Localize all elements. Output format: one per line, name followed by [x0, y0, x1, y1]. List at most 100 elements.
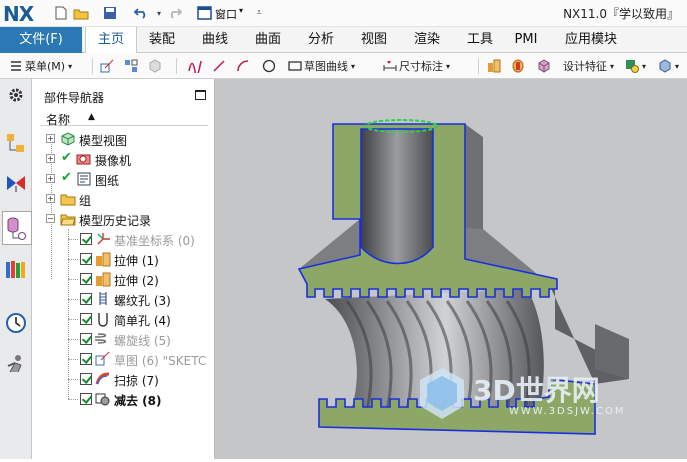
tree-connector [68, 339, 78, 340]
menu-button[interactable]: 菜单(M) ▾ [9, 57, 72, 75]
green-check-icon: ✔ [61, 170, 72, 185]
sketch-icon [100, 59, 114, 73]
visibility-checkbox[interactable] [80, 373, 92, 385]
dimension-dropdown[interactable]: 尺寸标注 ▾ [383, 57, 450, 75]
visibility-checkbox[interactable] [80, 253, 92, 265]
new-file-icon[interactable] [52, 4, 70, 22]
design-feature-dropdown[interactable]: 设计特征 ▾ [563, 57, 614, 75]
green-check-icon: ✔ [61, 150, 72, 165]
tab-assembly[interactable]: 装配 [140, 27, 184, 53]
tree-connector [68, 279, 78, 280]
maximize-icon[interactable] [195, 90, 206, 100]
block-tool-button[interactable] [537, 57, 553, 75]
circle-icon [262, 59, 276, 73]
extrude-tool-button[interactable] [487, 57, 503, 75]
redo-icon[interactable] [166, 4, 184, 22]
node-subtract[interactable]: 减去 (8) [32, 389, 215, 409]
undo-icon[interactable] [132, 4, 150, 22]
tab-pmi[interactable]: PMI [506, 27, 546, 53]
disabled-tool-button[interactable] [148, 57, 164, 75]
node-model-history[interactable]: − 模型历史记录 [32, 209, 215, 229]
tree-connector [68, 379, 78, 380]
open-folder-icon[interactable] [72, 4, 90, 22]
node-groups[interactable]: + 组 [32, 189, 215, 209]
tree-node-label: 摄像机 [95, 154, 132, 168]
node-cameras[interactable]: + ✔ 摄像机 [32, 149, 215, 169]
tab-render[interactable]: 渲染 [405, 27, 449, 53]
save-icon[interactable] [101, 4, 119, 22]
part-navigator: 部件导航器 名称 ▲ + 模型视图 + ✔ 摄像机 + ✔ 图纸 + 组 − 模型历史记录基准坐标系 … [32, 79, 215, 459]
visibility-checkbox[interactable] [80, 333, 92, 345]
tab-home[interactable]: 主页 [85, 27, 137, 54]
node-sweep[interactable]: 扫掠 (7) [32, 369, 215, 389]
expand-toggle-icon[interactable]: − [46, 214, 55, 223]
sort-ascending-icon: ▲ [88, 112, 95, 122]
sketch-curve-dropdown[interactable]: 草图曲线 ▾ [288, 57, 355, 75]
settings-gear-icon[interactable] [4, 83, 28, 107]
graphics-window[interactable]: 3D世界网 WWW.3DSJW.COM [215, 79, 687, 459]
node-helix[interactable]: 螺旋线 (5) [32, 329, 215, 349]
chevron-down-icon: ▾ [610, 61, 615, 71]
synchronous-tool-button[interactable]: ▾ [625, 57, 646, 75]
tab-tools[interactable]: 工具 [458, 27, 502, 53]
node-sketch[interactable]: 草图 (6) "SKETC [32, 349, 215, 369]
nx-logo: NX [3, 2, 34, 26]
node-extrude-2[interactable]: 拉伸 (2) [32, 269, 215, 289]
spline-tool-button[interactable] [188, 57, 204, 75]
assembly-navigator-icon[interactable] [4, 131, 28, 155]
column-header-name[interactable]: 名称 ▲ [40, 110, 208, 127]
tree-node-label: 基准坐标系 (0) [114, 234, 195, 248]
sync-modeling-icon [626, 60, 639, 73]
node-datum-csys[interactable]: 基准坐标系 (0) [32, 229, 215, 249]
tab-view[interactable]: 视图 [352, 27, 396, 53]
tab-application[interactable]: 应用模块 [556, 27, 626, 53]
customize-quick-access-icon[interactable]: ⩡ [250, 4, 268, 22]
revolve-tool-button[interactable] [511, 57, 527, 75]
pattern-tool-button[interactable] [124, 57, 140, 75]
visibility-checkbox[interactable] [80, 273, 92, 285]
navigator-title: 部件导航器 [44, 91, 105, 105]
expand-toggle-icon[interactable]: + [46, 154, 55, 163]
constraint-navigator-icon[interactable] [4, 171, 28, 195]
more-tools-button[interactable]: ▾ [658, 57, 679, 75]
visibility-checkbox[interactable] [80, 313, 92, 325]
menu-icon [11, 61, 21, 71]
watermark-url: WWW.3DSJW.COM [509, 406, 626, 417]
node-extrude-1[interactable]: 拉伸 (1) [32, 249, 215, 269]
expand-toggle-icon[interactable]: + [46, 134, 55, 143]
tree-node-label: 模型视图 [79, 134, 128, 148]
arc-tool-button[interactable] [236, 57, 252, 75]
sketch-tool-button[interactable] [100, 57, 116, 75]
toolbar-divider [478, 58, 479, 74]
block-icon [538, 59, 550, 73]
tree-node-label: 图纸 [95, 174, 120, 188]
reuse-library-icon[interactable] [4, 257, 28, 281]
role-icon[interactable] [4, 351, 28, 375]
design-feature-label: 设计特征 [563, 60, 607, 73]
visibility-checkbox[interactable] [80, 353, 92, 365]
visibility-checkbox[interactable] [80, 293, 92, 305]
visibility-checkbox[interactable] [80, 233, 92, 245]
window-menu[interactable]: 窗口 ▾ [215, 6, 243, 22]
circle-tool-button[interactable] [262, 57, 278, 75]
visibility-checkbox[interactable] [80, 393, 92, 405]
body-top-side [465, 124, 483, 239]
tab-curve[interactable]: 曲线 [193, 27, 237, 53]
history-clock-icon[interactable] [4, 311, 28, 335]
part-navigator-icon[interactable] [2, 211, 32, 245]
window-icon[interactable] [195, 4, 213, 22]
pattern-icon [125, 59, 138, 72]
line-tool-button[interactable] [212, 57, 228, 75]
node-drawings[interactable]: + ✔ 图纸 [32, 169, 215, 189]
file-menu-button[interactable]: 文件(F) [0, 27, 82, 53]
chevron-down-icon: ▾ [239, 6, 244, 15]
expand-toggle-icon[interactable]: + [46, 194, 55, 203]
tab-analysis[interactable]: 分析 [299, 27, 343, 53]
node-simple-hole[interactable]: 简单孔 (4) [32, 309, 215, 329]
chevron-down-icon: ▾ [446, 61, 451, 71]
node-threaded-hole[interactable]: 螺纹孔 (3) [32, 289, 215, 309]
expand-toggle-icon[interactable]: + [46, 174, 55, 183]
node-model-views[interactable]: + 模型视图 [32, 129, 215, 149]
tree-connector [68, 239, 78, 240]
tab-surface[interactable]: 曲面 [246, 27, 290, 53]
